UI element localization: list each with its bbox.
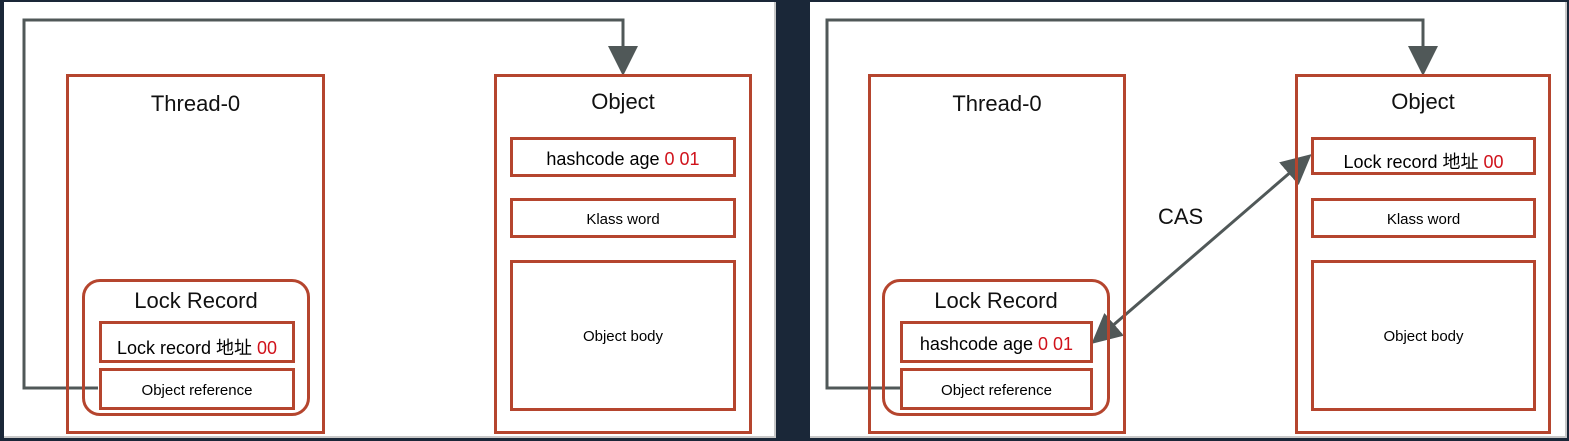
object-reference-field: Object reference <box>900 368 1093 410</box>
lock-record-field: hashcode age 0 01 <box>900 321 1093 363</box>
lock-record-field-value: 0 01 <box>1038 334 1074 354</box>
klass-word-field: Klass word <box>510 198 736 238</box>
object-body-field: Object body <box>1311 260 1536 411</box>
mark-word-field: hashcode age 0 01 <box>510 137 736 177</box>
object-title: Object <box>1391 89 1455 114</box>
lock-record-field-text: Lock record 地址 <box>116 338 252 358</box>
thread-title: Thread-0 <box>150 91 241 116</box>
mark-word-field: Lock record 地址 00 <box>1311 137 1536 175</box>
mark-word-content: hashcode age 0 01 <box>513 149 733 170</box>
klass-word-label: Klass word <box>1386 211 1461 228</box>
lock-record-field-value: 00 <box>257 338 278 358</box>
mark-word-content: Lock record 地址 00 <box>1314 148 1533 174</box>
lock-record-field-content: Lock record 地址 00 <box>102 334 292 360</box>
lock-record-title: Lock Record <box>934 288 1058 313</box>
mark-word-text: hashcode age <box>546 149 660 169</box>
object-reference-label: Object reference <box>941 382 1052 399</box>
object-reference-field: Object reference <box>99 368 295 410</box>
mark-word-text: Lock record 地址 <box>1343 152 1479 172</box>
cas-label: CAS <box>1158 204 1204 229</box>
object-body-field: Object body <box>510 260 736 411</box>
klass-word-field: Klass word <box>1311 198 1536 238</box>
object-body-label: Object body <box>582 328 664 345</box>
mark-word-value: 0 01 <box>664 149 700 169</box>
object-reference-label: Object reference <box>141 382 253 399</box>
right-panel: Thread-0 Lock Record hashcode age 0 01 O… <box>810 2 1567 438</box>
object-body-label: Object body <box>1383 328 1464 345</box>
cas-arrow <box>1091 154 1312 344</box>
diagram-stage: Thread-0 Lock Record Lock record 地址 00 O… <box>0 0 1569 441</box>
lock-record-title: Lock Record <box>134 288 258 313</box>
thread-title: Thread-0 <box>952 91 1042 116</box>
lock-record-field: Lock record 地址 00 <box>99 321 295 363</box>
klass-word-label: Klass word <box>586 211 660 228</box>
lock-record-field-text: hashcode age <box>919 334 1034 354</box>
object-title: Object <box>591 89 655 114</box>
left-panel: Thread-0 Lock Record Lock record 地址 00 O… <box>4 2 776 438</box>
lock-record-field-content: hashcode age 0 01 <box>903 334 1090 355</box>
mark-word-value: 00 <box>1483 152 1504 172</box>
